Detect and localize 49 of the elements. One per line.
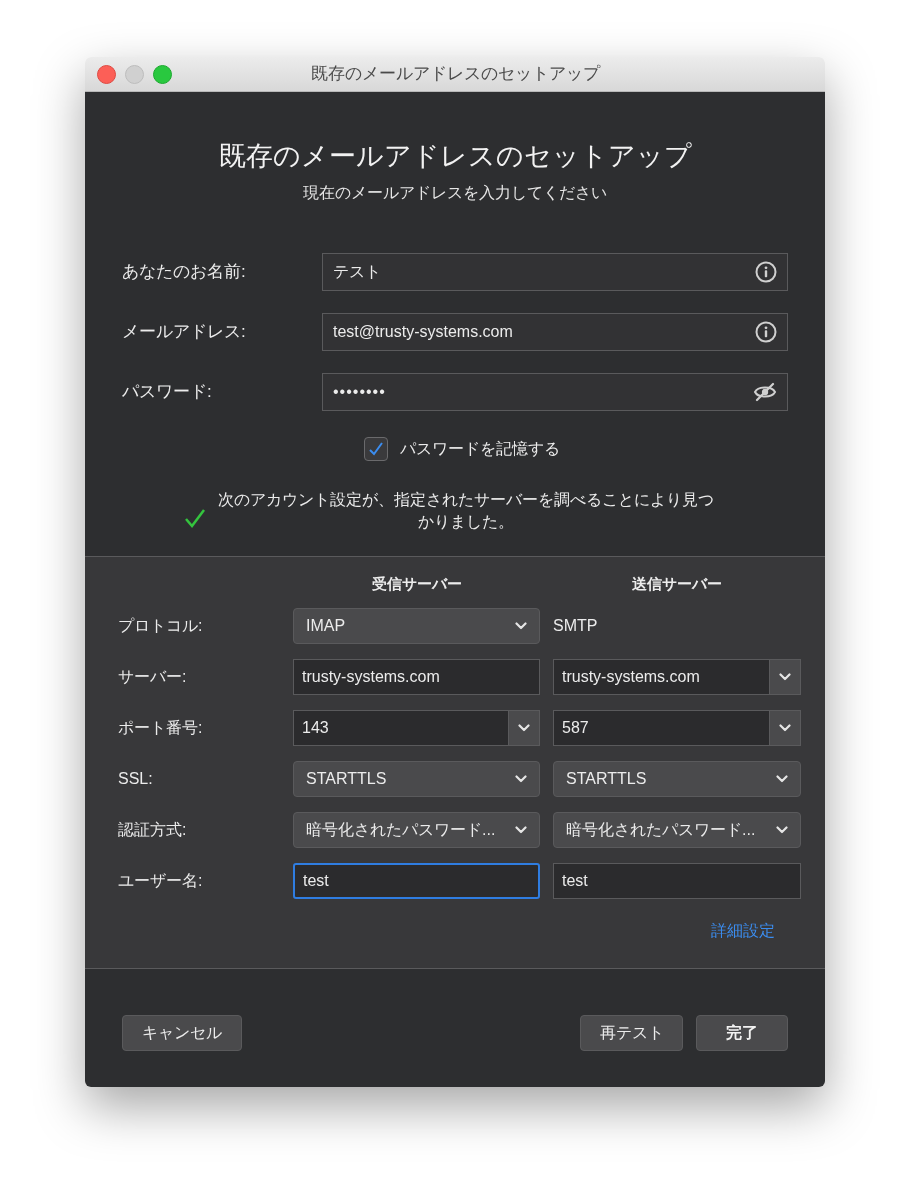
heading: 既存のメールアドレスのセットアップ [218,140,692,173]
setting-label: プロトコル: [118,616,204,636]
chevron-down-icon [515,775,527,783]
dropdown[interactable]: 暗号化されたパスワード... [553,812,801,848]
input-field[interactable]: テスト [322,252,788,291]
chevron-down-icon [779,673,791,681]
dropdown[interactable]: STARTTLS [553,761,801,797]
column-heading: 送信サーバー [631,574,723,593]
setting-label: ユーザー名: [118,871,204,891]
field-label: メールアドレス: [122,320,247,343]
subtitle: 現在のメールアドレスを入力してください [303,182,607,203]
input-field[interactable]: test [553,863,801,899]
info-icon[interactable] [755,260,777,283]
info-icon[interactable] [755,320,777,343]
setting-label: 認証方式: [118,820,188,840]
eye-slash-icon[interactable] [753,380,777,403]
chevron-down-icon [515,826,527,834]
input-field[interactable]: test@trusty-systems.com [322,312,788,351]
zoom-button[interactable] [153,64,172,84]
chevron-down-icon [776,775,788,783]
combo-field[interactable]: trusty-systems.com [553,659,801,695]
combo-field[interactable]: 587 [553,710,801,746]
input-field[interactable]: test [293,863,540,899]
retest-button[interactable]: 再テスト [580,1015,683,1051]
chevron-down-icon [776,826,788,834]
protocol-value: SMTP [553,616,599,636]
window-title: 既存のメールアドレスのセットアップ [309,63,602,86]
checkmark-icon [368,440,384,457]
column-heading: 受信サーバー [370,574,463,593]
checkbox-label: パスワードを記憶する [400,438,560,459]
chevron-down-icon [779,724,791,732]
field-label: あなたのお名前: [122,260,247,283]
chevron-down-icon [515,622,527,630]
status-message: 次のアカウント設定が、指定されたサーバーを調べることにより見つかりました。 [217,489,715,532]
cancel-button[interactable]: キャンセル [122,1015,242,1051]
dropdown[interactable]: IMAP [293,608,540,644]
input-field[interactable]: trusty-systems.com [293,659,540,695]
setting-label: ポート番号: [118,718,204,738]
setting-label: SSL: [118,769,154,789]
checkbox[interactable] [364,436,388,461]
dropdown[interactable]: STARTTLS [293,761,540,797]
close-button[interactable] [97,64,116,84]
combo-field[interactable]: 143 [293,710,540,746]
field-label: パスワード: [122,380,213,403]
setting-label: サーバー: [118,667,188,687]
input-field[interactable]: •••••••• [322,372,788,411]
chevron-down-icon [518,724,530,732]
dropdown[interactable]: 暗号化されたパスワード... [293,812,540,848]
done-button[interactable]: 完了 [696,1015,788,1051]
